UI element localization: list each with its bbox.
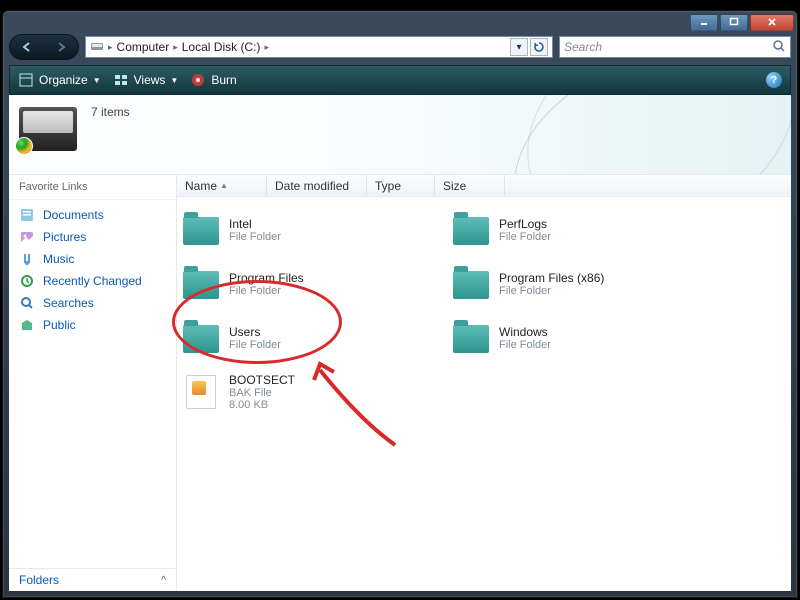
forward-button[interactable] xyxy=(50,36,72,58)
sidebar-item[interactable]: Public xyxy=(9,314,176,336)
breadcrumb-drive[interactable]: Local Disk (C:) xyxy=(182,40,261,54)
sidebar: Favorite Links Documents Pictures Music Rec… xyxy=(9,175,177,591)
sidebar-item-label: Pictures xyxy=(43,230,86,244)
file-name: Windows xyxy=(499,325,551,339)
address-bar[interactable]: ▸ Computer ▸ Local Disk (C:) ▸ ▾ xyxy=(85,36,553,58)
drive-icon xyxy=(90,39,104,56)
file-item[interactable]: Program Files (x86)File Folder xyxy=(453,259,703,309)
file-name: Intel xyxy=(229,217,281,231)
file-item[interactable]: WindowsFile Folder xyxy=(453,313,703,363)
fav-icon xyxy=(19,229,35,245)
decoration xyxy=(492,95,791,175)
file-name: BOOTSECT xyxy=(229,373,295,387)
views-icon xyxy=(113,72,129,88)
search-icon xyxy=(772,39,786,56)
chevron-up-icon: ^ xyxy=(161,575,166,586)
sidebar-item[interactable]: Recently Changed xyxy=(9,270,176,292)
file-item[interactable]: IntelFile Folder xyxy=(183,205,433,255)
close-button[interactable] xyxy=(750,14,794,31)
header-pane: 7 items xyxy=(9,95,791,175)
file-type: File Folder xyxy=(499,285,604,297)
search-input[interactable]: Search xyxy=(559,36,791,58)
chevron-down-icon: ▼ xyxy=(93,76,101,85)
folder-icon xyxy=(453,325,489,353)
file-name: Program Files (x86) xyxy=(499,271,604,285)
fav-icon xyxy=(19,251,35,267)
maximize-button[interactable] xyxy=(720,14,748,31)
fav-icon xyxy=(19,273,35,289)
favorites-heading: Favorite Links xyxy=(9,175,176,200)
sidebar-item-label: Recently Changed xyxy=(43,274,142,288)
fav-icon xyxy=(19,295,35,311)
help-button[interactable]: ? xyxy=(766,72,782,88)
file-list: Name▲ Date modified Type Size IntelFile … xyxy=(177,175,791,591)
nav-back-forward xyxy=(9,34,79,60)
burn-icon xyxy=(190,72,206,88)
views-menu[interactable]: Views ▼ xyxy=(113,72,179,88)
folder-icon xyxy=(183,217,219,245)
file-size: 8.00 KB xyxy=(229,399,295,411)
sidebar-item-label: Searches xyxy=(43,296,94,310)
breadcrumb-computer[interactable]: Computer xyxy=(117,40,170,54)
folders-expander[interactable]: Folders ^ xyxy=(9,568,176,591)
organize-menu[interactable]: Organize ▼ xyxy=(18,72,101,88)
minimize-button[interactable] xyxy=(690,14,718,31)
file-type: File Folder xyxy=(499,231,551,243)
sidebar-item-label: Public xyxy=(43,318,76,332)
refresh-button[interactable] xyxy=(530,38,548,56)
chevron-right-icon: ▸ xyxy=(264,42,269,53)
folder-icon xyxy=(453,271,489,299)
chevron-right-icon: ▸ xyxy=(108,42,113,53)
column-modified[interactable]: Date modified xyxy=(267,175,367,196)
file-type: File Folder xyxy=(229,231,281,243)
column-type[interactable]: Type xyxy=(367,175,435,196)
file-type: File Folder xyxy=(229,339,281,351)
file-item[interactable]: Program FilesFile Folder xyxy=(183,259,433,309)
sidebar-item[interactable]: Documents xyxy=(9,204,176,226)
folder-icon xyxy=(453,217,489,245)
file-type: File Folder xyxy=(499,339,551,351)
column-headers: Name▲ Date modified Type Size xyxy=(177,175,791,197)
file-item[interactable]: UsersFile Folder xyxy=(183,313,433,363)
file-name: Users xyxy=(229,325,281,339)
fav-icon xyxy=(19,207,35,223)
sidebar-item[interactable]: Pictures xyxy=(9,226,176,248)
file-type: BAK File xyxy=(229,387,295,399)
column-name[interactable]: Name▲ xyxy=(177,175,267,196)
address-dropdown[interactable]: ▾ xyxy=(510,38,528,56)
sidebar-item-label: Music xyxy=(43,252,74,266)
organize-icon xyxy=(18,72,34,88)
sidebar-item[interactable]: Music xyxy=(9,248,176,270)
client-area: 7 items Favorite Links Documents Pictures… xyxy=(9,95,791,591)
explorer-window: ▸ Computer ▸ Local Disk (C:) ▸ ▾ Search … xyxy=(2,10,798,598)
item-count: 7 items xyxy=(91,105,130,119)
sidebar-item-label: Documents xyxy=(43,208,104,222)
command-bar: Organize ▼ Views ▼ Burn ? xyxy=(9,65,791,95)
windows-badge-icon xyxy=(15,137,33,155)
search-placeholder: Search xyxy=(564,40,602,54)
file-name: Program Files xyxy=(229,271,304,285)
burn-button[interactable]: Burn xyxy=(190,72,236,88)
sidebar-item[interactable]: Searches xyxy=(9,292,176,314)
chevron-down-icon: ▼ xyxy=(170,76,178,85)
sort-asc-icon: ▲ xyxy=(220,181,228,190)
chevron-right-icon: ▸ xyxy=(173,42,178,53)
file-name: PerfLogs xyxy=(499,217,551,231)
titlebar[interactable] xyxy=(3,11,797,33)
folder-icon xyxy=(183,325,219,353)
folder-icon xyxy=(183,271,219,299)
back-button[interactable] xyxy=(16,36,38,58)
fav-icon xyxy=(19,317,35,333)
file-icon xyxy=(186,375,216,409)
file-item[interactable]: PerfLogsFile Folder xyxy=(453,205,703,255)
column-size[interactable]: Size xyxy=(435,175,505,196)
file-item[interactable]: BOOTSECTBAK File8.00 KB xyxy=(183,367,433,417)
file-type: File Folder xyxy=(229,285,304,297)
nav-row: ▸ Computer ▸ Local Disk (C:) ▸ ▾ Search xyxy=(9,33,791,61)
